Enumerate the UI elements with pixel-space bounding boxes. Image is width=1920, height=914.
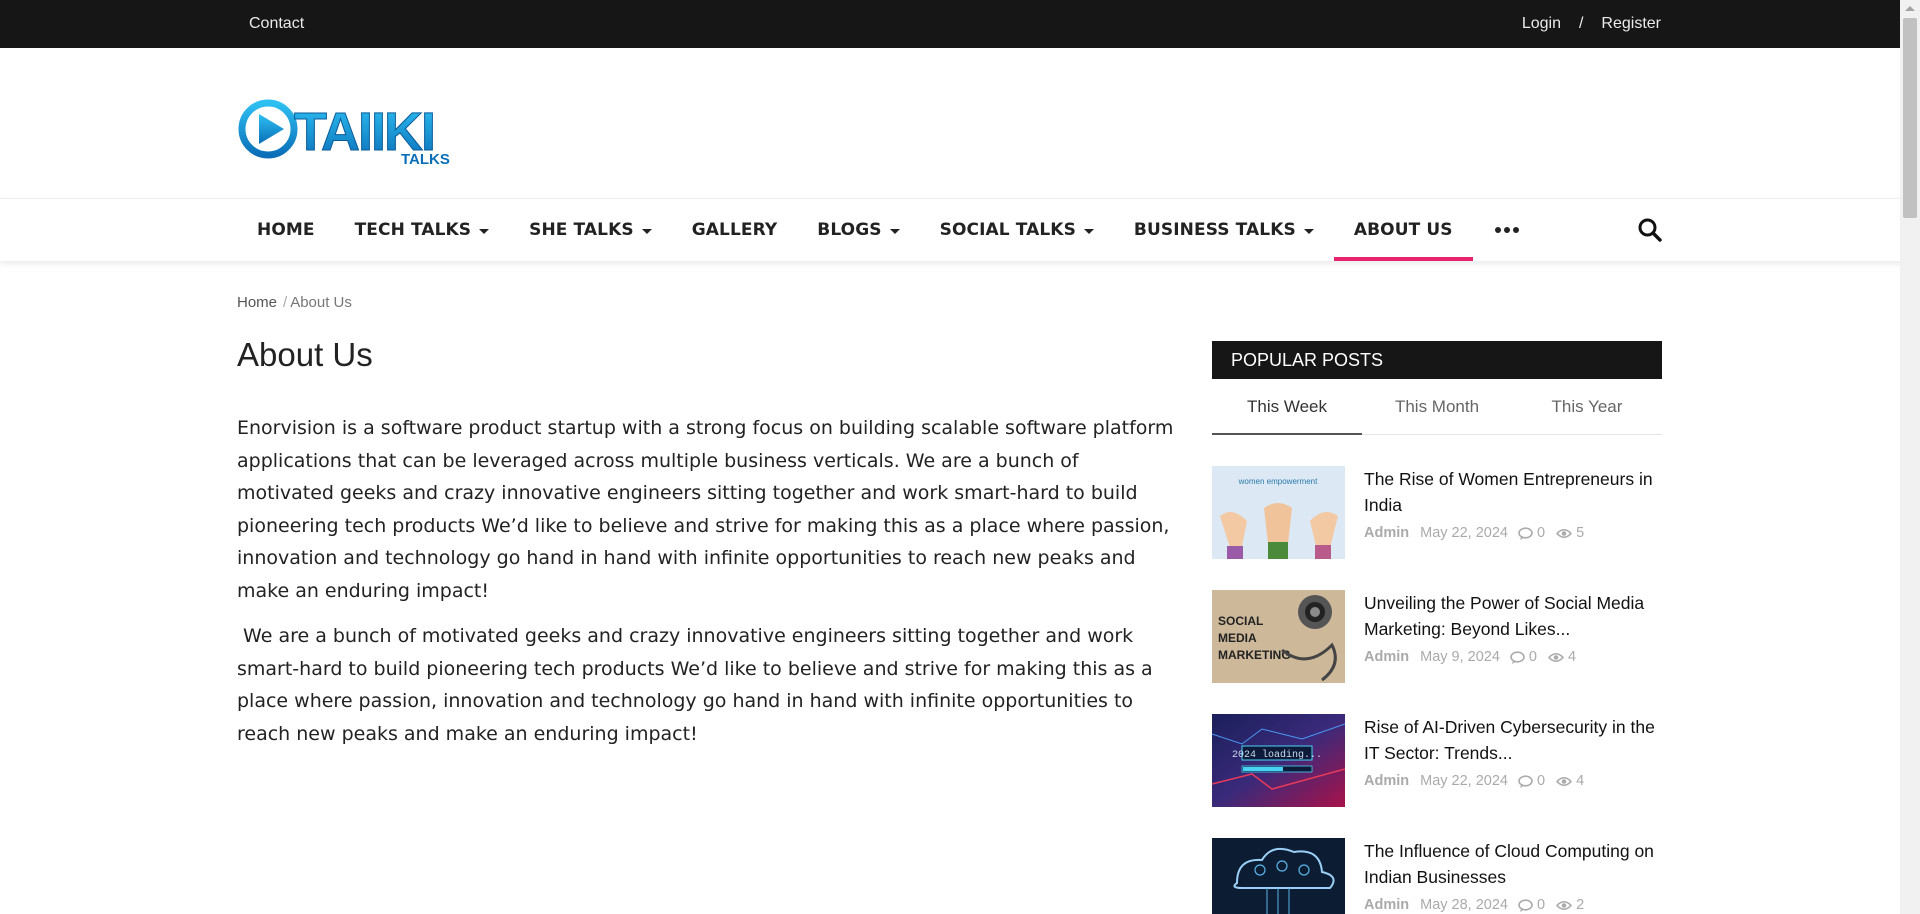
caret-down-icon: [641, 228, 652, 234]
widget-title: POPULAR POSTS: [1212, 341, 1662, 379]
comment-icon: [1518, 898, 1533, 912]
post-date: May 22, 2024: [1420, 525, 1508, 541]
post-thumbnail[interactable]: SOCIAL MEDIA MARKETING: [1212, 590, 1345, 683]
list-item: SOCIAL MEDIA MARKETING Unveiling the Pow…: [1212, 590, 1662, 683]
content-paragraph: We are a bunch of motivated geeks and cr…: [237, 625, 1159, 745]
content-paragraph: Enorvision is a software product startup…: [237, 417, 1174, 602]
scroll-up-arrow-icon[interactable]: [1905, 6, 1915, 11]
svg-text:MEDIA: MEDIA: [1218, 631, 1257, 645]
eye-icon: [1548, 652, 1564, 662]
nav-gallery[interactable]: GALLERY: [672, 199, 798, 261]
view-count: 2: [1576, 897, 1585, 913]
post-meta: Admin May 28, 2024 0 2: [1364, 897, 1662, 913]
comment-count: 0: [1536, 773, 1546, 789]
tab-this-week[interactable]: This Week: [1212, 379, 1362, 435]
nav-business-talks[interactable]: BUSINESS TALKS: [1114, 199, 1334, 261]
caret-down-icon: [1303, 228, 1314, 234]
comment-count: 0: [1528, 649, 1537, 665]
login-link[interactable]: Login: [1522, 15, 1561, 33]
post-author[interactable]: Admin: [1364, 897, 1409, 913]
page-title: About Us: [237, 336, 373, 373]
nav-she-talks[interactable]: SHE TALKS: [509, 199, 672, 261]
post-date: May 28, 2024: [1420, 897, 1508, 913]
post-thumbnail[interactable]: 2024 loading...: [1212, 714, 1345, 807]
caret-down-icon: [479, 228, 490, 234]
list-item: 2024 loading... Rise of AI-Driven Cybers…: [1212, 714, 1662, 807]
breadcrumb-home[interactable]: Home: [237, 294, 277, 311]
breadcrumb: Home / About Us: [237, 294, 352, 311]
top-bar: Contact Login / Register: [0, 0, 1920, 48]
post-author[interactable]: Admin: [1364, 649, 1409, 665]
eye-icon: [1556, 528, 1573, 538]
scrollbar-thumb[interactable]: [1903, 18, 1917, 218]
nav-home[interactable]: HOME: [237, 199, 335, 261]
post-meta: Admin May 9, 2024 0 4: [1364, 649, 1662, 665]
site-header: TAIIKI TALKS: [0, 48, 1920, 198]
post-thumbnail[interactable]: [1212, 838, 1345, 914]
post-meta: Admin May 22, 2024 0 4: [1364, 773, 1662, 789]
caret-down-icon: [1083, 228, 1094, 234]
main-navigation: HOME TECH TALKS SHE TALKS GALLERY BLOGS …: [0, 198, 1920, 261]
svg-text:women empowerment: women empowerment: [1238, 477, 1318, 486]
comment-icon: [1510, 650, 1525, 664]
svg-text:MARKETING: MARKETING: [1218, 648, 1291, 662]
post-date: May 9, 2024: [1420, 649, 1500, 665]
view-count: 4: [1576, 773, 1585, 789]
search-icon[interactable]: [1637, 217, 1663, 243]
page-scrollbar[interactable]: [1900, 0, 1920, 914]
post-date: May 22, 2024: [1420, 773, 1508, 789]
contact-link[interactable]: Contact: [237, 15, 304, 32]
popular-posts-tabs: This Week This Month This Year: [1212, 379, 1662, 435]
login-register-separator: /: [1578, 15, 1584, 32]
svg-text:SOCIAL: SOCIAL: [1218, 614, 1263, 628]
nav-blogs[interactable]: BLOGS: [797, 199, 919, 261]
post-thumbnail[interactable]: women empowerment: [1212, 466, 1345, 559]
view-count: 4: [1568, 649, 1577, 665]
nav-tech-talks[interactable]: TECH TALKS: [335, 199, 510, 261]
eye-icon: [1556, 900, 1573, 910]
view-count: 5: [1576, 525, 1585, 541]
nav-social-talks[interactable]: SOCIAL TALKS: [920, 199, 1114, 261]
post-meta: Admin May 22, 2024 0 5: [1364, 525, 1662, 541]
register-link[interactable]: Register: [1601, 15, 1661, 33]
popular-posts-widget: POPULAR POSTS This Week This Month This …: [1212, 341, 1662, 914]
svg-text:2024 loading...: 2024 loading...: [1232, 749, 1322, 761]
tab-this-year[interactable]: This Year: [1512, 379, 1662, 434]
svg-text:TALKS: TALKS: [401, 151, 450, 168]
comment-icon: [1518, 526, 1533, 540]
comment-count: 0: [1536, 897, 1546, 913]
nav-about-us[interactable]: ABOUT US: [1333, 199, 1473, 261]
post-title[interactable]: Rise of AI-Driven Cybersecurity in the I…: [1364, 714, 1662, 766]
list-item: The Influence of Cloud Computing on Indi…: [1212, 838, 1662, 914]
post-title[interactable]: Unveiling the Power of Social Media Mark…: [1364, 590, 1662, 642]
site-logo[interactable]: TAIIKI TALKS: [237, 88, 469, 208]
breadcrumb-current: About Us: [290, 294, 352, 311]
post-title[interactable]: The Rise of Women Entrepreneurs in India: [1364, 466, 1662, 518]
comment-icon: [1518, 774, 1533, 788]
list-item: women empowerment The Rise of Women Entr…: [1212, 466, 1662, 559]
tab-this-month[interactable]: This Month: [1362, 379, 1512, 434]
post-author[interactable]: Admin: [1364, 525, 1409, 541]
caret-down-icon: [889, 228, 900, 234]
eye-icon: [1556, 776, 1573, 786]
post-author[interactable]: Admin: [1364, 773, 1409, 789]
page-content: Enorvision is a software product startup…: [237, 412, 1177, 750]
more-menu-icon[interactable]: [1473, 199, 1541, 261]
comment-count: 0: [1536, 525, 1546, 541]
post-title[interactable]: The Influence of Cloud Computing on Indi…: [1364, 838, 1662, 890]
